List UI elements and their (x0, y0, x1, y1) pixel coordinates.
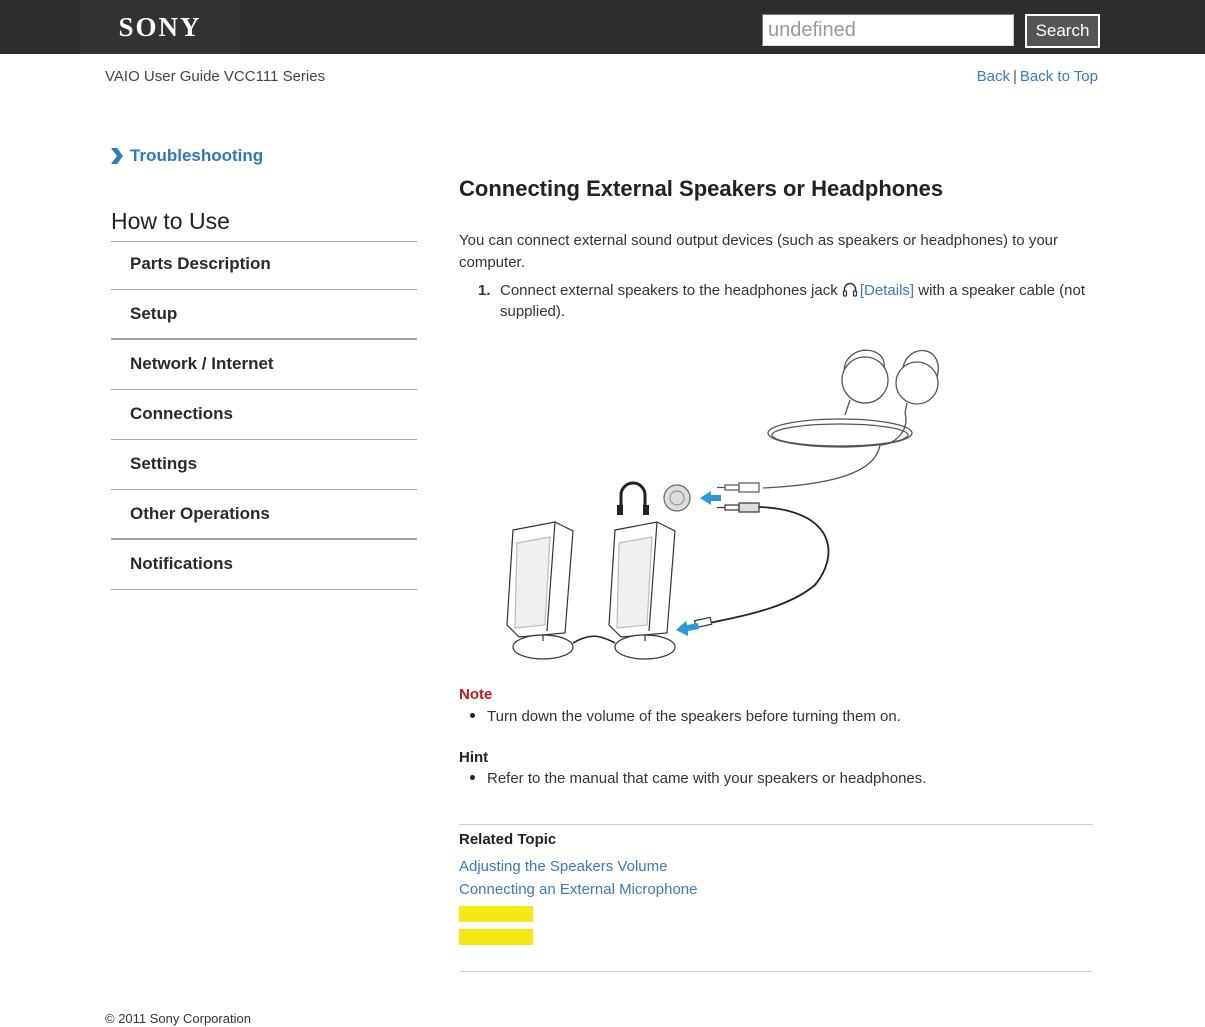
ear-clip-headphones (762, 349, 939, 489)
note-heading: Note (459, 686, 493, 703)
related-link[interactable]: Connecting an External Microphone (459, 881, 697, 898)
back-link[interactable]: Back (977, 68, 1010, 85)
chevron-right-icon (111, 148, 123, 164)
top-nav-links: Back | Back to Top (977, 68, 1098, 85)
sony-logo[interactable]: SONY (81, 0, 239, 54)
headphones-icon (842, 282, 857, 297)
sidebar-link[interactable]: Settings (111, 440, 417, 488)
note-text: Turn down the volume of the speakers bef… (487, 708, 901, 725)
troubleshooting-label: Troubleshooting (130, 146, 264, 165)
step-item: 1. Connect external speakers to the headp… (459, 280, 1099, 322)
sidebar-item-notifications: Notifications (111, 540, 417, 590)
sidebar-link[interactable]: Notifications (111, 540, 417, 588)
sidebar-link[interactable]: Connections (111, 390, 417, 438)
headphones-jack-icon (619, 481, 647, 510)
sidebar-link[interactable]: Other Operations (111, 490, 417, 538)
search-button[interactable]: Search (1025, 14, 1100, 48)
speaker-right (608, 521, 676, 660)
details-link[interactable]: [Details] (860, 282, 914, 299)
related-topic-heading: Related Topic (459, 831, 557, 848)
headphone-plug (717, 482, 760, 493)
related-link[interactable]: Adjusting the Speakers Volume (459, 858, 667, 875)
sidebar-nav: Parts Description Setup Network / Intern… (111, 240, 417, 590)
speaker-cable (709, 506, 830, 624)
sidebar-item-setup: Setup (111, 290, 417, 340)
step-text: Connect external speakers to the headpho… (500, 282, 842, 299)
speaker-link-cable (572, 635, 616, 644)
divider (459, 824, 1093, 825)
guide-title: VAIO User Guide VCC111 Series (105, 68, 326, 85)
sidebar-link[interactable]: Parts Description (111, 240, 417, 288)
sidebar-item-settings: Settings (111, 440, 417, 490)
hint-heading: Hint (459, 749, 489, 766)
sidebar-item-other-operations: Other Operations (111, 490, 417, 540)
top-bar: SONY Search (0, 0, 1205, 54)
bullet-icon (470, 775, 475, 780)
note-item: Turn down the volume of the speakers bef… (470, 708, 901, 725)
highlight-block (459, 906, 533, 922)
sidebar-item-network-internet: Network / Internet (111, 340, 417, 390)
arrow-left-icon (700, 491, 721, 505)
page-title: Connecting External Speakers or Headphon… (459, 176, 944, 201)
hint-item: Refer to the manual that came with your … (470, 770, 926, 787)
sidebar-link[interactable]: Network / Internet (111, 340, 417, 388)
highlight-block (459, 929, 533, 945)
link-separator: | (1012, 68, 1017, 85)
headphones-jack-icon-left (617, 505, 623, 515)
step-number: 1. (478, 282, 491, 299)
intro-text: You can connect external sound output de… (459, 232, 1058, 271)
search-input[interactable] (762, 14, 1014, 46)
sidebar-link[interactable]: Setup (111, 290, 417, 338)
bullet-icon (470, 713, 475, 718)
troubleshooting-link[interactable]: Troubleshooting (110, 146, 263, 166)
copyright: © 2011 Sony Corporation (105, 1011, 251, 1026)
brand-logo-text: SONY (118, 12, 202, 42)
connection-illustration (506, 349, 939, 660)
speaker-left (506, 521, 574, 660)
steps-list: 1. Connect external speakers to the headp… (459, 280, 1099, 322)
jack-port (663, 484, 691, 512)
sidebar-section-title: How to Use (111, 208, 417, 242)
sidebar-item-parts-description: Parts Description (111, 240, 417, 290)
divider (459, 971, 1093, 972)
speaker-plug (717, 502, 760, 513)
hint-text: Refer to the manual that came with your … (487, 770, 927, 787)
back-to-top-link[interactable]: Back to Top (1020, 68, 1098, 85)
sidebar-item-connections: Connections (111, 390, 417, 440)
headphones-jack-icon-right (643, 505, 649, 515)
